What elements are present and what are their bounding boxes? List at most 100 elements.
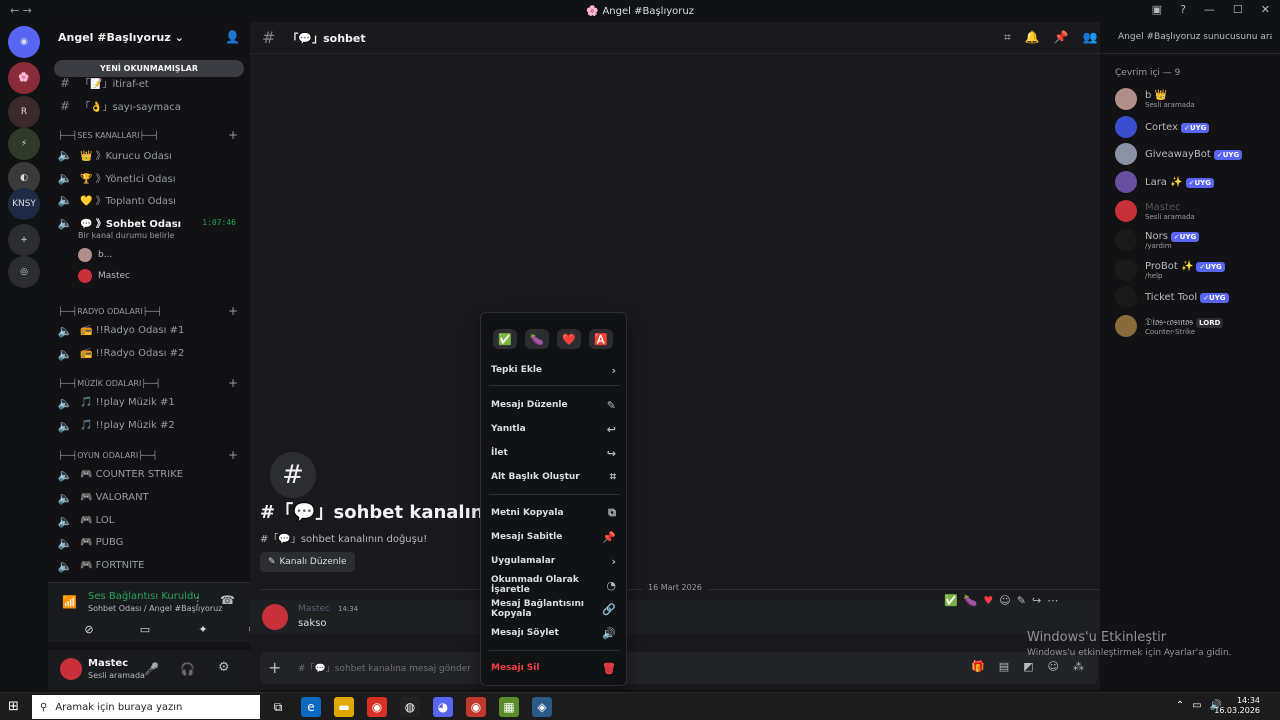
server-icon[interactable]: R [8,96,40,128]
windows-start-icon[interactable]: ⊞ [8,699,19,714]
gif-icon[interactable]: ▤ [999,660,1009,673]
reaction-eggplant-button[interactable]: 🍆 [525,329,549,349]
menu-apps[interactable]: Uygulamalar › [489,550,620,572]
forward-icon[interactable]: ↪ [1032,594,1041,607]
voice-channel[interactable]: 🔈 🎮 COUNTER STRIKE [56,464,242,485]
microphone-icon[interactable]: 🎤 [144,662,159,676]
reaction-check-button[interactable]: ✅ [493,329,517,349]
member[interactable]: Cortex ✓UYG [1115,116,1210,138]
add-channel-icon[interactable]: + [228,448,238,462]
more-icon[interactable]: ⋯ [1047,594,1058,607]
explore-icon[interactable]: ◎ [8,256,40,288]
voice-member[interactable]: b... [78,248,112,262]
message-composer[interactable]: + #「💬」sohbet kanalına mesaj gönder 🎁 ▤ ◩… [260,652,1098,684]
file-explorer-icon[interactable]: ▬ [334,697,354,717]
network-icon[interactable]: ▭ [1192,700,1201,711]
sticker-icon[interactable]: ◩ [1023,660,1033,673]
category-oyun[interactable]: ├──┤OYUN ODALARI├──┤ + [58,447,244,463]
voice-channel-active[interactable]: 🔈 💬 》Sohbet Odası 1:07:46 [56,212,242,233]
voice-channel[interactable]: 🔈 🎮 VALORANT [56,487,242,508]
avatar[interactable] [262,604,288,630]
voice-channel[interactable]: 🔈 🎮 PUBG [56,532,242,553]
category-ses[interactable]: ├──┤SES KANALLARI├──┤ + [58,127,244,143]
menu-copy-link[interactable]: Mesaj Bağlantısını Kopyala 🔗 [489,598,620,620]
chrome-profile-icon[interactable]: ◉ [466,697,486,717]
menu-edit-message[interactable]: Mesajı Düzenle ✎ [489,394,620,416]
reaction-eggplant-icon[interactable]: 🍆 [964,594,978,607]
composer-placeholder[interactable]: #「💬」sohbet kanalına mesaj gönder [298,661,471,674]
server-angel[interactable]: 🌸 [8,62,40,94]
screen-share-icon[interactable]: ▭ [138,623,152,637]
activities-icon[interactable]: ✦ [196,623,210,637]
member[interactable]: Nors ✓UYG/yardım [1115,229,1200,251]
message-author[interactable]: Mastec [298,604,330,614]
voice-member[interactable]: Mastec [78,269,130,283]
discord-home-icon[interactable]: ◉ [8,26,40,58]
taskbar-clock[interactable]: 14:34 16.03.2026 [1214,696,1260,716]
obs-icon[interactable]: ◍ [400,697,420,717]
channel-sayi-saymaca[interactable]: # 「👌」sayı-saymaca [56,95,242,116]
inbox-icon[interactable]: ▣ [1152,3,1162,16]
edit-icon[interactable]: ✎ [1017,594,1026,607]
menu-mark-unread[interactable]: Okunmadı Olarak İşaretle ◔ [489,574,620,596]
member[interactable]: Mastec Sesli aramada [1115,200,1195,222]
minecraft-icon[interactable]: ▦ [499,697,519,717]
close-icon[interactable]: ✕ [1261,3,1270,16]
edge-icon[interactable]: e [301,697,321,717]
voice-channel[interactable]: 🔈 📻 !!Radyo Odası #2 [56,343,242,364]
gift-icon[interactable]: 🎁 [971,660,985,673]
notification-bell-icon[interactable]: 🔔 [1025,30,1040,45]
menu-forward[interactable]: İlet ↪ [489,442,620,464]
server-knsy[interactable]: KNSY [8,188,40,220]
voice-channel[interactable]: 🔈 🎮 FORTNITE [56,555,242,576]
headphones-icon[interactable]: 🎧 [180,662,195,676]
minimize-icon[interactable]: — [1204,3,1215,16]
menu-speak-message[interactable]: Mesajı Söylet 🔊 [489,622,620,644]
menu-create-thread[interactable]: Alt Başlık Oluştur ⌗ [489,466,620,488]
add-attachment-icon[interactable]: + [268,658,281,677]
camera-off-icon[interactable]: ⊘ [82,623,96,637]
edit-channel-button[interactable]: ✎ Kanalı Düzenle [260,552,355,572]
reaction-check-icon[interactable]: ✅ [944,594,958,607]
reaction-heart-button[interactable]: ❤️ [557,329,581,349]
server-header[interactable]: Angel #Başlıyoruz ⌄ 👤 [48,22,250,52]
pin-icon[interactable]: 📌 [1054,30,1069,45]
voice-channel[interactable]: 🔈 💛 》Toplantı Odası [56,189,242,210]
category-muzik[interactable]: ├──┤MÜZİK ODALARI├──┤ + [58,375,244,391]
server-icon[interactable]: ⚡ [8,128,40,160]
member[interactable]: Ticket Tool ✓UYG [1115,286,1229,308]
help-icon[interactable]: ? [1180,3,1186,16]
member-list-icon[interactable]: 👥 [1083,30,1098,45]
avatar[interactable] [60,658,82,680]
maximize-icon[interactable]: ☐ [1233,3,1243,16]
member[interactable]: Lara ✨ ✓UYG [1115,171,1214,193]
menu-pin-message[interactable]: Mesajı Sabitle 📌 [489,526,620,548]
add-reaction-icon[interactable]: ☺ [999,594,1010,607]
voice-channel[interactable]: 🔈 🎵 !!play Müzik #1 [56,392,242,413]
menu-delete-message[interactable]: Mesajı Sil 🗑 [489,657,620,679]
menu-reply[interactable]: Yanıtla ↩ [489,418,620,440]
category-radyo[interactable]: ├──┤RADYO ODALARI├──┤ + [58,303,244,319]
member[interactable]: 𝔇𝔦𝔬𝔰-𝔠𝔬𝔰𝔪𝔬𝔰 LORD Counter-Strike [1115,315,1224,337]
add-channel-icon[interactable]: + [228,376,238,390]
voice-channel[interactable]: 🔈 🎮 LOL [56,510,242,531]
search-input[interactable]: Angel #Başlıyoruz sunucusunu ara [1112,28,1272,48]
noise-suppression-icon[interactable]: ⫶ [196,595,199,610]
discord-icon[interactable]: ◕ [433,697,453,717]
channel-itiraf-et[interactable]: # 「📝」itiraf-et [56,72,242,93]
menu-add-reaction[interactable]: Tepki Ekle › [489,359,620,381]
menu-copy-text[interactable]: Metni Kopyala ⧉ [489,502,620,524]
task-view-icon[interactable]: ⧉ [268,697,288,717]
emoji-icon[interactable]: ☺ [1048,660,1059,673]
app-icon[interactable]: ◈ [532,697,552,717]
back-arrow-icon[interactable]: ← → [10,4,32,17]
disconnect-icon[interactable]: ☎ [220,593,235,607]
taskbar-search[interactable]: ⚲ Aramak için buraya yazın [32,695,260,719]
member[interactable]: ProBot ✨ ✓UYG/help [1115,259,1225,281]
invite-icon[interactable]: 👤 [225,30,240,44]
voice-channel[interactable]: 🔈 👑 》Kurucu Odası [56,144,242,165]
member[interactable]: GiveawayBot ✓UYG [1115,143,1243,165]
chrome-icon[interactable]: ◉ [367,697,387,717]
voice-channel[interactable]: 🔈 🎵 !!play Müzik #2 [56,415,242,436]
add-channel-icon[interactable]: + [228,304,238,318]
